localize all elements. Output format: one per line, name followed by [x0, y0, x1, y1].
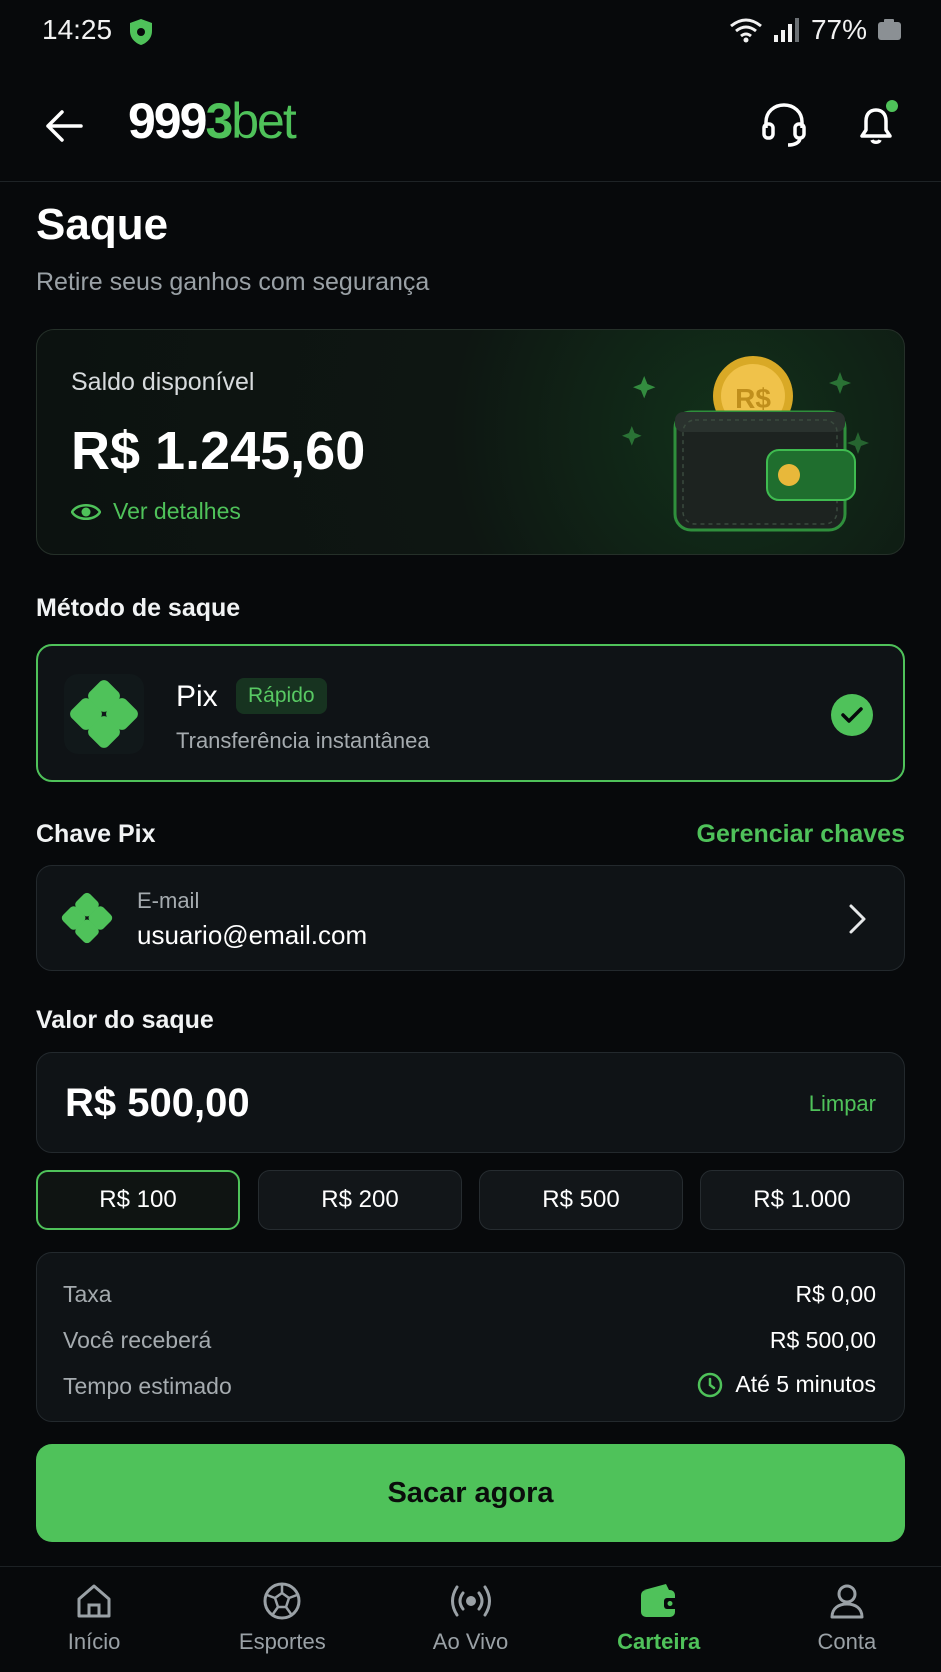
- page-title: Saque: [36, 200, 169, 249]
- wallet-icon: [640, 1584, 678, 1617]
- notifications-button[interactable]: [846, 94, 906, 154]
- balance-card: Saldo disponível R$ 1.245,60 Ver detalhe…: [36, 329, 905, 555]
- receive-value: R$ 500,00: [769, 1327, 876, 1353]
- user-icon: [830, 1584, 864, 1619]
- withdraw-now-button[interactable]: Sacar agora: [36, 1444, 905, 1542]
- checkmark-icon: [841, 707, 863, 723]
- quick-amount-500[interactable]: R$ 500: [479, 1170, 683, 1230]
- method-name: Pix: [176, 680, 218, 713]
- amount-section-label: Valor do saque: [36, 1006, 214, 1034]
- arrow-left-icon: [46, 110, 83, 142]
- amount-value: R$ 500,00: [65, 1081, 250, 1125]
- quick-amount-100[interactable]: R$ 100: [36, 1170, 240, 1230]
- balance-label: Saldo disponível: [71, 368, 255, 396]
- logo-text-white: 999: [128, 93, 207, 149]
- shield-icon: [130, 19, 152, 45]
- status-indicators: 77%: [729, 14, 903, 46]
- clock-icon: [698, 1372, 723, 1397]
- status-time: 14:25: [42, 14, 113, 45]
- pix-key-section-label: Chave Pix: [36, 820, 156, 848]
- pix-logo: [64, 674, 144, 754]
- estimated-time: Até 5 minutos: [697, 1371, 876, 1398]
- wifi-icon: [730, 18, 762, 43]
- wallet-illustration: R$: [622, 356, 869, 532]
- fast-badge: Rápido: [236, 678, 327, 714]
- manage-keys-link[interactable]: Gerenciar chaves: [697, 820, 905, 849]
- pix-key-type: E-mail: [137, 888, 200, 913]
- app-header: 9993bet: [0, 70, 941, 182]
- support-button[interactable]: [754, 94, 814, 154]
- nav-item-wallet[interactable]: Carteira: [565, 1567, 753, 1672]
- bottom-navigation: Início Esportes Ao Vivo Carteira Conta: [0, 1566, 941, 1672]
- fee-label: Taxa: [63, 1281, 112, 1307]
- battery-icon: [878, 19, 901, 40]
- coin-label: R$: [735, 383, 771, 414]
- amount-input[interactable]: R$ 500,00 Limpar: [36, 1052, 905, 1153]
- nav-item-home[interactable]: Início: [0, 1567, 188, 1672]
- nav-label-sports: Esportes: [238, 1629, 326, 1654]
- estimated-time-label: Tempo estimado: [63, 1373, 232, 1399]
- chevron-right-icon: [849, 904, 866, 934]
- home-icon: [77, 1584, 111, 1618]
- fee-value: R$ 0,00: [795, 1281, 876, 1307]
- pix-icon: [70, 680, 138, 748]
- page-subtitle: Retire seus ganhos com segurança: [36, 268, 430, 296]
- logo-text-green-digit: 3: [205, 93, 233, 149]
- live-broadcast-icon: [450, 1585, 491, 1617]
- eye-icon: [71, 503, 101, 520]
- balance-value: R$ 1.245,60: [71, 421, 366, 481]
- estimated-time-value: Até 5 minutos: [735, 1371, 876, 1397]
- quick-amount-1000[interactable]: R$ 1.000: [700, 1170, 904, 1230]
- nav-label-account: Conta: [817, 1629, 877, 1654]
- view-details-link[interactable]: Ver detalhes: [71, 498, 241, 525]
- method-description: Transferência instantânea: [176, 728, 430, 753]
- nav-item-account[interactable]: Conta: [753, 1567, 941, 1672]
- selected-check-icon: [831, 694, 873, 736]
- signal-icon: [773, 18, 799, 42]
- pix-icon: [61, 892, 113, 944]
- back-button[interactable]: [36, 100, 92, 152]
- receive-label: Você receberá: [63, 1327, 212, 1353]
- nav-label-live: Ao Vivo: [432, 1629, 509, 1654]
- battery-percentage: 77%: [810, 14, 867, 45]
- nav-label-home: Início: [67, 1629, 121, 1654]
- nav-item-live[interactable]: Ao Vivo: [376, 1567, 564, 1672]
- logo-text-green: bet: [231, 93, 297, 149]
- view-details-label: Ver detalhes: [113, 498, 241, 524]
- clear-amount-button[interactable]: Limpar: [809, 1091, 876, 1117]
- nav-item-sports[interactable]: Esportes: [188, 1567, 376, 1672]
- nav-label-wallet: Carteira: [617, 1629, 701, 1654]
- pix-method-option[interactable]: Pix Rápido Transferência instantânea: [36, 644, 905, 782]
- soccer-ball-icon: [263, 1582, 301, 1620]
- pix-key-selector[interactable]: E-mail usuario@email.com: [36, 865, 905, 971]
- headset-icon: [762, 103, 806, 147]
- withdrawal-summary: Taxa R$ 0,00 Você receberá R$ 500,00 Tem…: [36, 1252, 905, 1422]
- quick-amount-200[interactable]: R$ 200: [258, 1170, 462, 1230]
- pix-key-value: usuario@email.com: [137, 920, 368, 950]
- bell-icon: [860, 100, 898, 144]
- brand-logo: 9993bet: [128, 92, 297, 150]
- method-section-label: Método de saque: [36, 594, 241, 622]
